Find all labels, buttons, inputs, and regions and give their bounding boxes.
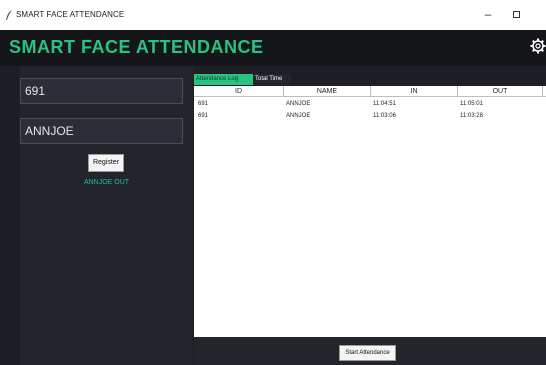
gear-icon[interactable] <box>530 38 546 54</box>
name-input[interactable]: ANNJOE <box>20 118 183 144</box>
maximize-button[interactable] <box>513 11 520 18</box>
start-attendance-button[interactable]: Start Attendance <box>339 345 396 361</box>
table-header: ID NAME IN OUT <box>194 86 546 97</box>
app-title: SMART FACE ATTENDANCE <box>9 37 264 57</box>
window-title: SMART FACE ATTENDANCE <box>16 10 125 19</box>
cell-id: 691 <box>198 101 209 107</box>
cell-in: 11:04:51 <box>373 101 396 107</box>
title-bar: SMART FACE ATTENDANCE – <box>0 0 546 30</box>
cell-name: ANNJOE <box>286 101 311 107</box>
column-header-name[interactable]: NAME <box>284 86 371 97</box>
tab-attendance-log[interactable]: Attendance Log <box>194 74 253 85</box>
action-bar: Start Attendance <box>194 337 546 365</box>
minimize-button[interactable]: – <box>481 7 495 21</box>
app-header: SMART FACE ATTENDANCE <box>0 30 546 66</box>
feather-icon <box>6 10 12 20</box>
status-label: ANNJOE OUT <box>83 179 130 186</box>
id-input[interactable]: 691 <box>20 78 183 104</box>
cell-name: ANNJOE <box>286 113 311 119</box>
cell-id: 691 <box>198 113 209 119</box>
attendance-table: ID NAME IN OUT 691 ANNJOE 11:04:51 11:05… <box>194 86 546 337</box>
registration-panel: 691 ANNJOE Register ANNJOE OUT <box>20 66 193 365</box>
column-header-out[interactable]: OUT <box>458 86 543 97</box>
cell-out: 11:05:01 <box>460 101 483 107</box>
column-header-in[interactable]: IN <box>371 86 458 97</box>
app-window: SMART FACE ATTENDANCE – SMART FACE ATTEN… <box>0 0 546 365</box>
attendance-panel: Attendance Log Total Time ID NAME IN OUT… <box>194 74 546 365</box>
cell-in: 11:03:06 <box>373 113 396 119</box>
table-row[interactable]: 691 ANNJOE 11:04:51 11:05:01 <box>194 99 546 109</box>
table-row[interactable]: 691 ANNJOE 11:03:06 11:03:28 <box>194 111 546 121</box>
column-header-id[interactable]: ID <box>194 86 284 97</box>
cell-out: 11:03:28 <box>460 113 483 119</box>
register-button[interactable]: Register <box>88 154 124 172</box>
tab-total-time[interactable]: Total Time <box>253 74 291 85</box>
